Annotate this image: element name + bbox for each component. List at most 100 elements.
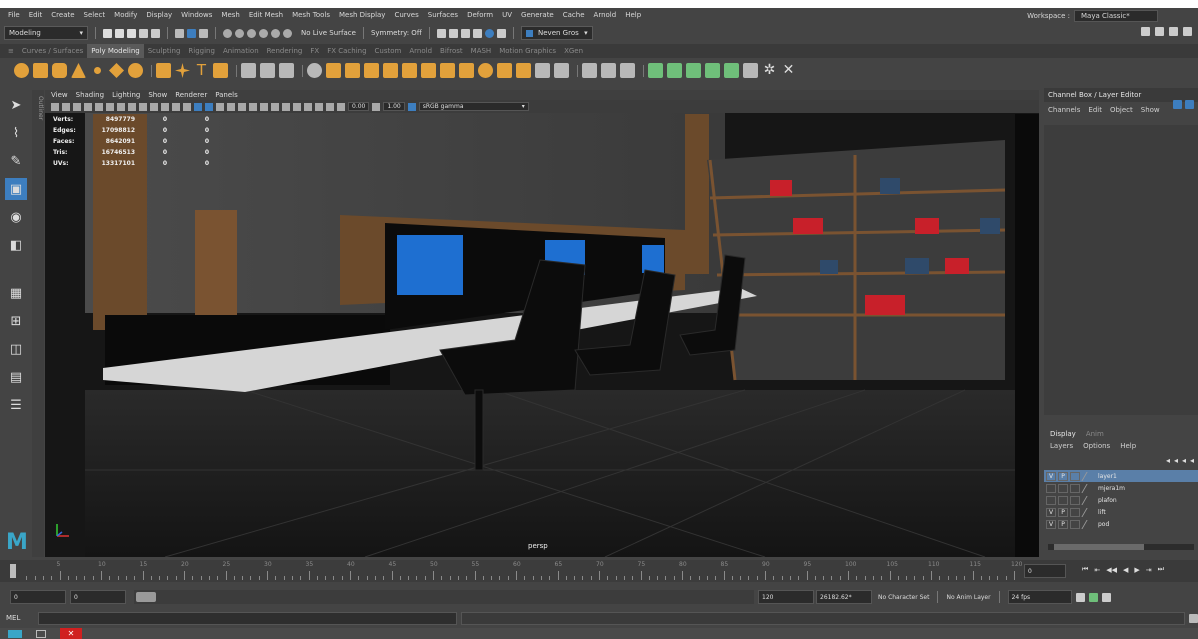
channel-menu-edit[interactable]: Edit — [1088, 106, 1102, 114]
bridge-icon[interactable] — [345, 63, 360, 78]
select-hierarchy-icon[interactable] — [175, 28, 184, 38]
layer-visibility-toggle[interactable]: V — [1046, 519, 1056, 529]
layer-row[interactable]: V Player1 — [1044, 470, 1198, 482]
step-back-frame-icon[interactable]: ◀◀ — [1106, 566, 1117, 574]
end-time-field[interactable]: 26182.62* — [816, 590, 872, 604]
layout-uv-icon[interactable]: ✕ — [781, 63, 796, 78]
shelf-tab-sculpting[interactable]: Sculpting — [144, 44, 185, 58]
exposure-field[interactable]: 0.00 — [348, 102, 370, 111]
viewport-menu-show[interactable]: Show — [148, 91, 167, 99]
layer-display-type-toggle[interactable] — [1070, 507, 1080, 517]
layer-menu-layers[interactable]: Layers — [1050, 442, 1073, 450]
shelf-tab-motion-graphics[interactable]: Motion Graphics — [495, 44, 560, 58]
smooth-shade-icon[interactable] — [205, 102, 213, 111]
super-shape-icon[interactable] — [175, 63, 190, 78]
svg-tool-icon[interactable] — [213, 63, 228, 78]
layer-display-type-toggle[interactable] — [1070, 471, 1080, 481]
select-component-icon[interactable] — [199, 28, 208, 38]
layer-display-type-toggle[interactable] — [1070, 495, 1080, 505]
go-to-start-icon[interactable]: ⏮ — [1082, 565, 1088, 574]
layer-playback-toggle[interactable] — [1058, 483, 1068, 493]
play-forward-icon[interactable]: ▶ — [1134, 566, 1139, 574]
layer-scroll-thumb[interactable] — [1054, 544, 1144, 550]
layer-display-type-toggle[interactable] — [1070, 519, 1080, 529]
depth-of-field-icon[interactable] — [282, 102, 290, 111]
select-camera-icon[interactable] — [51, 102, 59, 111]
render-view-icon[interactable] — [496, 28, 506, 38]
channel-menu-channels[interactable]: Channels — [1048, 106, 1080, 114]
gamma-field[interactable]: 1.00 — [383, 102, 405, 111]
menu-item-surfaces[interactable]: Surfaces — [428, 11, 458, 19]
menu-item-file[interactable]: File — [8, 11, 20, 19]
close-window-icon[interactable]: ✕ — [60, 628, 82, 639]
layer-playback-toggle[interactable]: P — [1058, 519, 1068, 529]
menu-item-modify[interactable]: Modify — [114, 11, 137, 19]
viewport-menu-shading[interactable]: Shading — [76, 91, 104, 99]
anim-start-field[interactable]: 0 — [70, 590, 126, 604]
snap-view-icon[interactable] — [259, 28, 268, 38]
exposure-icon[interactable] — [337, 102, 345, 111]
step-forward-key-icon[interactable]: ⇥ — [1146, 566, 1152, 574]
layer-row[interactable]: V Ppod — [1044, 518, 1198, 530]
open-scene-icon[interactable] — [115, 28, 124, 38]
layer-visibility-toggle[interactable]: V — [1046, 471, 1056, 481]
menu-item-windows[interactable]: Windows — [181, 11, 212, 19]
cut-uv-icon[interactable] — [724, 63, 739, 78]
render-sequence-icon[interactable] — [448, 28, 458, 38]
film-gate-icon[interactable] — [128, 102, 136, 111]
use-lights-icon[interactable] — [227, 102, 235, 111]
safe-title-icon[interactable] — [183, 102, 191, 111]
field-chart-icon[interactable] — [161, 102, 169, 111]
uv-editor-icon[interactable] — [601, 63, 616, 78]
new-empty-layer-icon[interactable]: ◂ — [1182, 456, 1186, 465]
menu-item-mesh-display[interactable]: Mesh Display — [339, 11, 385, 19]
snap-grid-icon[interactable] — [223, 28, 232, 38]
viewport-menu-lighting[interactable]: Lighting — [112, 91, 140, 99]
shelf-tab-animation[interactable]: Animation — [219, 44, 263, 58]
automatic-map-icon[interactable] — [705, 63, 720, 78]
maya-window-icon[interactable] — [8, 629, 22, 638]
poly-cylinder-icon[interactable] — [52, 63, 67, 78]
step-back-key-icon[interactable]: ⇤ — [1094, 566, 1100, 574]
layer-row[interactable]: V Plift — [1044, 506, 1198, 518]
layer-playback-toggle[interactable]: P — [1058, 507, 1068, 517]
channel-box-area[interactable] — [1044, 125, 1198, 415]
single-perspective-layout-icon[interactable]: ▦ — [5, 282, 27, 304]
menu-item-uv[interactable]: UV — [502, 11, 512, 19]
menu-item-mesh[interactable]: Mesh — [221, 11, 239, 19]
slide-edge-icon[interactable] — [554, 63, 569, 78]
spherical-map-icon[interactable] — [686, 63, 701, 78]
shelf-tab-curves-surfaces[interactable]: Curves / Surfaces — [18, 44, 87, 58]
menu-item-edit-mesh[interactable]: Edit Mesh — [249, 11, 283, 19]
shelf-tab-poly-modeling[interactable]: Poly Modeling — [87, 44, 144, 58]
insert-edge-loop-icon[interactable] — [459, 63, 474, 78]
four-view-layout-icon[interactable]: ⊞ — [5, 310, 27, 332]
image-plane-icon[interactable] — [84, 102, 92, 111]
shelf-tab-mash[interactable]: MASH — [467, 44, 496, 58]
fill-hole-icon[interactable] — [383, 63, 398, 78]
poke-icon[interactable] — [516, 63, 531, 78]
script-editor-icon[interactable] — [1189, 613, 1198, 623]
viewport-menu-panels[interactable]: Panels — [215, 91, 238, 99]
textured-icon[interactable] — [216, 102, 224, 111]
render-frame-icon[interactable] — [436, 28, 446, 38]
camera-attributes-icon[interactable] — [62, 102, 70, 111]
poly-cone-icon[interactable] — [71, 63, 86, 78]
new-layer-selected-icon[interactable]: ◂ — [1190, 456, 1194, 465]
layer-tab-display[interactable]: Display — [1050, 430, 1076, 438]
menu-item-deform[interactable]: Deform — [467, 11, 493, 19]
time-slider-track[interactable]: 5 10 15 20 25 30 35 40 45 50 55 60 65 70 75 80 85 90 95 100… — [20, 560, 1022, 582]
layer-color-swatch[interactable] — [1081, 495, 1097, 505]
shelf-tab-xgen[interactable]: XGen — [560, 44, 587, 58]
grid-icon[interactable] — [117, 102, 125, 111]
graph-layout-icon[interactable]: ☰ — [5, 394, 27, 416]
workspace-dropdown[interactable]: Maya Classic* — [1074, 10, 1158, 22]
platonic-solid-icon[interactable] — [156, 63, 171, 78]
user-account-dropdown[interactable]: Neven Gros ▾ — [520, 26, 593, 40]
layer-tab-anim[interactable]: Anim — [1086, 430, 1104, 438]
mode-dropdown[interactable]: Modeling ▾ — [4, 26, 88, 40]
xray-icon[interactable] — [304, 102, 312, 111]
colorspace-dropdown[interactable]: sRGB gamma ▾ — [418, 102, 529, 111]
menu-item-select[interactable]: Select — [84, 11, 106, 19]
poly-torus-icon[interactable] — [90, 63, 105, 78]
